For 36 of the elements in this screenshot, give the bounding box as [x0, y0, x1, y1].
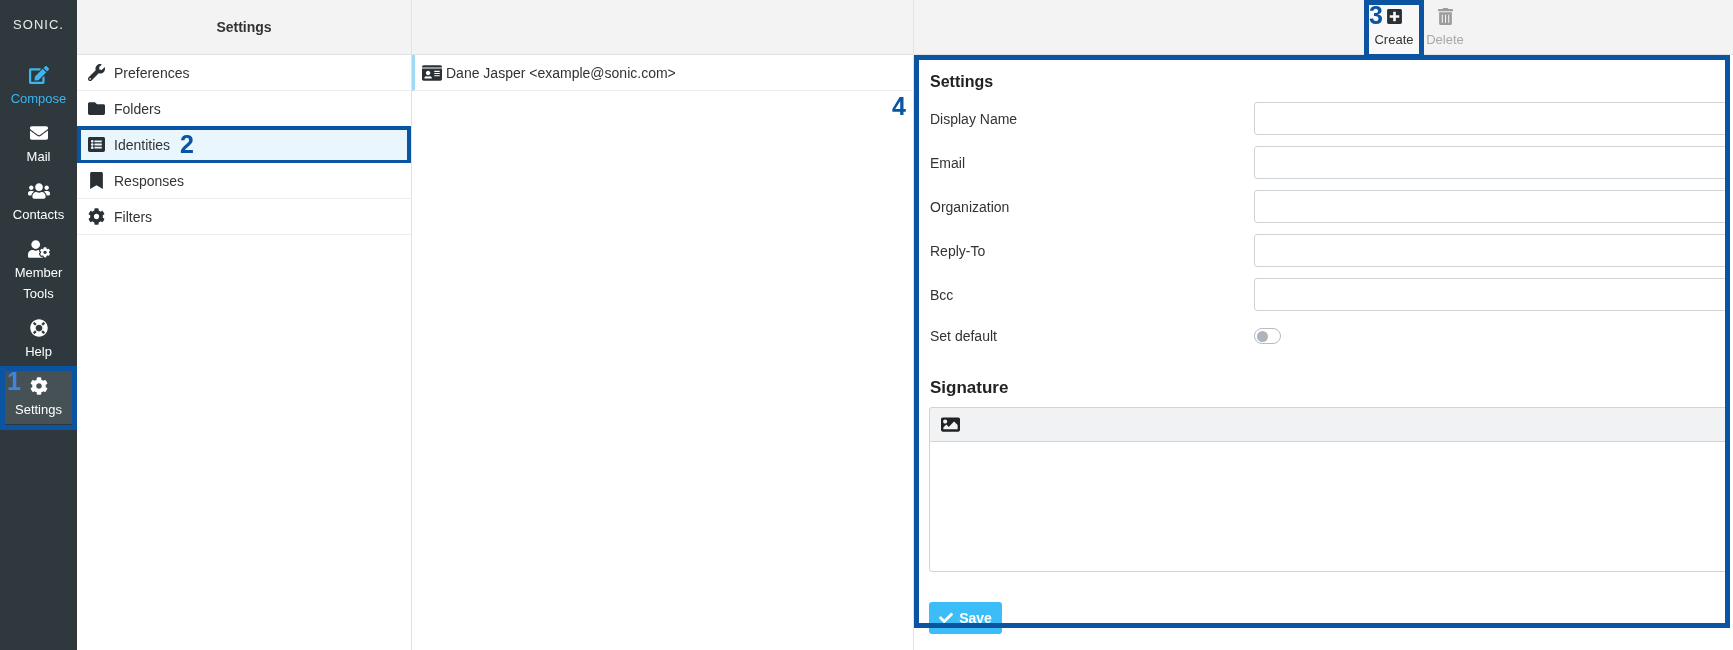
gear-icon [88, 208, 105, 225]
nav-item[interactable]: Compose [5, 60, 72, 113]
callout-number: 4 [892, 94, 906, 119]
field-label: Bcc [929, 286, 955, 303]
folder-icon [88, 100, 105, 117]
envelope-icon [29, 124, 48, 142]
nav-item[interactable]: Contacts [5, 176, 72, 229]
toggle-switch[interactable] [1254, 328, 1281, 344]
field-label: Set default [929, 328, 998, 344]
callout-number: 2 [180, 132, 194, 157]
id-card-icon [422, 62, 442, 83]
bookmark-icon [88, 172, 105, 189]
lifebuoy-icon [29, 319, 48, 337]
check-icon [939, 611, 954, 625]
callout-number: 3 [1369, 3, 1383, 28]
field-label: Display Name [929, 110, 1019, 127]
section-heading: Signature [930, 379, 1010, 397]
image-icon[interactable] [941, 415, 960, 434]
wrench-icon [88, 64, 105, 81]
field-label: Organization [929, 198, 1011, 215]
nav-item[interactable]: Help [5, 313, 72, 366]
settings-list-item[interactable]: Responses [77, 163, 411, 199]
section-heading: Settings [930, 73, 995, 91]
callout-number: 1 [7, 369, 21, 394]
nav-item[interactable]: Mail [5, 118, 72, 171]
logo: SONIC. [13, 15, 64, 34]
people-icon [27, 182, 50, 200]
identity-list-item[interactable]: Dane Jasper <example@sonic.com> [412, 55, 913, 91]
user-gear-icon [27, 240, 50, 258]
column-title: Settings [216, 19, 272, 35]
trash-icon [1436, 8, 1454, 25]
field-label: Reply-To [929, 242, 987, 259]
settings-icon [29, 377, 48, 395]
list-icon [88, 136, 105, 153]
nav-item[interactable]: Member Tools [5, 234, 72, 308]
field-label: Email [929, 154, 966, 171]
